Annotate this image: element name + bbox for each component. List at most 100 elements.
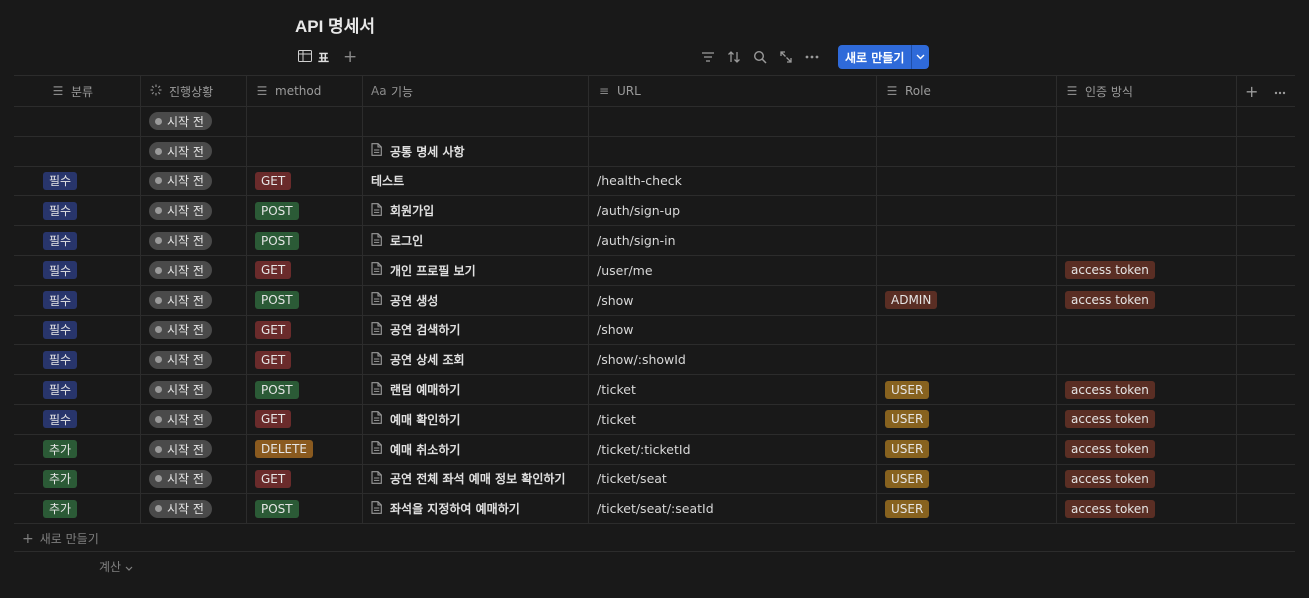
cell-method[interactable]: POST xyxy=(247,285,363,315)
cell-method[interactable] xyxy=(247,136,363,166)
cell-status[interactable]: 시작 전 xyxy=(141,404,247,434)
column-header-status[interactable]: 진행상황 xyxy=(141,76,247,106)
cell-role[interactable] xyxy=(877,166,1057,196)
cell-status[interactable]: 시작 전 xyxy=(141,315,247,345)
cell-auth[interactable] xyxy=(1057,196,1237,226)
page-link[interactable]: 좌석을 지정하여 예매하기 xyxy=(371,500,520,517)
add-view-plus-icon[interactable]: + xyxy=(343,48,357,66)
cell-category[interactable]: 필수 xyxy=(14,166,141,196)
cell-auth[interactable]: access token xyxy=(1057,494,1237,524)
more-icon[interactable] xyxy=(804,49,820,65)
cell-category[interactable]: 필수 xyxy=(14,196,141,226)
page-link[interactable]: 테스트 xyxy=(371,172,404,189)
cell-method[interactable] xyxy=(247,107,363,136)
cell-method[interactable]: POST xyxy=(247,494,363,524)
add-column-plus-icon[interactable]: + xyxy=(1245,82,1258,101)
cell-name[interactable]: 로그인 xyxy=(363,226,589,255)
calculate-button[interactable]: 계산 xyxy=(99,558,133,575)
table-row[interactable]: 필수 시작 전 GET 공연 검색하기/show xyxy=(14,315,1295,346)
cell-role[interactable]: USER xyxy=(877,494,1057,524)
sort-icon[interactable] xyxy=(726,49,742,65)
cell-category[interactable]: 필수 xyxy=(14,255,141,285)
table-row[interactable]: 필수 시작 전 POST 랜덤 예매하기/ticket USER access token xyxy=(14,375,1295,405)
cell-url[interactable]: /ticket xyxy=(589,375,877,404)
cell-role[interactable]: USER xyxy=(877,464,1057,494)
column-header-name[interactable]: Aa 기능 xyxy=(363,76,589,106)
page-link[interactable]: 개인 프로필 보기 xyxy=(371,262,476,279)
add-row-button[interactable]: + 새로 만들기 xyxy=(22,530,99,547)
cell-auth[interactable]: access token xyxy=(1057,375,1237,404)
cell-method[interactable]: GET xyxy=(247,464,363,494)
cell-url[interactable]: /auth/sign-in xyxy=(589,226,877,255)
cell-url[interactable] xyxy=(589,136,877,166)
cell-status[interactable]: 시작 전 xyxy=(141,464,247,494)
page-link[interactable]: 예매 확인하기 xyxy=(371,411,460,428)
table-row[interactable]: 필수 시작 전 POST 회원가입/auth/sign-up xyxy=(14,196,1295,227)
cell-status[interactable]: 시작 전 xyxy=(141,136,247,166)
table-row[interactable]: 필수 시작 전 GET 예매 확인하기/ticket USER access token xyxy=(14,404,1295,435)
cell-auth[interactable] xyxy=(1057,345,1237,375)
cell-status[interactable]: 시작 전 xyxy=(141,255,247,285)
cell-url[interactable]: /ticket/seat/:seatId xyxy=(589,494,877,524)
cell-url[interactable]: /user/me xyxy=(589,255,877,285)
search-icon[interactable] xyxy=(752,49,768,65)
page-link[interactable]: 공통 명세 사항 xyxy=(371,143,465,160)
cell-auth[interactable]: access token xyxy=(1057,464,1237,494)
cell-method[interactable]: GET xyxy=(247,404,363,434)
cell-name[interactable]: 공연 전체 좌석 예매 정보 확인하기 xyxy=(363,464,589,494)
tab-table-view[interactable]: 표 xyxy=(298,49,329,66)
cell-auth[interactable]: access token xyxy=(1057,404,1237,434)
cell-name[interactable]: 테스트 xyxy=(363,166,589,196)
cell-url[interactable]: /ticket xyxy=(589,404,877,434)
chevron-down-icon[interactable] xyxy=(911,45,930,69)
table-row[interactable]: 필수 시작 전 POST 로그인/auth/sign-in xyxy=(14,226,1295,256)
cell-category[interactable]: 필수 xyxy=(14,315,141,345)
cell-name[interactable]: 공통 명세 사항 xyxy=(363,136,589,166)
cell-status[interactable]: 시작 전 xyxy=(141,196,247,226)
page-link[interactable]: 예매 취소하기 xyxy=(371,441,460,458)
cell-method[interactable]: GET xyxy=(247,255,363,285)
cell-method[interactable]: POST xyxy=(247,375,363,404)
cell-url[interactable]: /show xyxy=(589,285,877,315)
cell-status[interactable]: 시작 전 xyxy=(141,107,247,136)
table-row[interactable]: 필수 시작 전 GET 공연 상세 조회/show/:showId xyxy=(14,345,1295,376)
cell-role[interactable]: USER xyxy=(877,375,1057,404)
page-link[interactable]: 공연 검색하기 xyxy=(371,321,460,338)
table-row[interactable]: 추가 시작 전 POST 좌석을 지정하여 예매하기/ticket/seat/:sea… xyxy=(14,494,1295,525)
more-icon[interactable] xyxy=(1274,84,1286,98)
table-row[interactable]: 시작 전 xyxy=(14,107,1295,137)
cell-role[interactable] xyxy=(877,315,1057,345)
cell-category[interactable]: 추가 xyxy=(14,434,141,464)
cell-role[interactable] xyxy=(877,226,1057,255)
cell-name[interactable]: 공연 검색하기 xyxy=(363,315,589,345)
cell-name[interactable]: 회원가입 xyxy=(363,196,589,226)
table-row[interactable]: 필수 시작 전 GET 개인 프로필 보기/user/me access token xyxy=(14,255,1295,286)
cell-category[interactable] xyxy=(14,136,141,166)
cell-auth[interactable]: access token xyxy=(1057,255,1237,285)
filter-icon[interactable] xyxy=(700,49,716,65)
column-header-method[interactable]: ☰ method xyxy=(247,76,363,106)
page-link[interactable]: 회원가입 xyxy=(371,202,434,219)
cell-role[interactable] xyxy=(877,345,1057,375)
cell-category[interactable]: 추가 xyxy=(14,494,141,524)
cell-auth[interactable]: access token xyxy=(1057,285,1237,315)
page-link[interactable]: 공연 전체 좌석 예매 정보 확인하기 xyxy=(371,470,565,487)
cell-category[interactable]: 추가 xyxy=(14,464,141,494)
column-header-category[interactable]: ☰ 분류 xyxy=(14,76,141,106)
cell-category[interactable]: 필수 xyxy=(14,285,141,315)
column-header-role[interactable]: ☰ Role xyxy=(877,76,1057,106)
cell-auth[interactable] xyxy=(1057,226,1237,255)
page-link[interactable]: 랜덤 예매하기 xyxy=(371,381,460,398)
cell-url[interactable]: /show xyxy=(589,315,877,345)
table-row[interactable]: 추가 시작 전 GET 공연 전체 좌석 예매 정보 확인하기/ticket/seat… xyxy=(14,464,1295,495)
table-row[interactable]: 필수 시작 전 POST 공연 생성/show ADMIN access token xyxy=(14,285,1295,316)
table-row[interactable]: 시작 전 공통 명세 사항 xyxy=(14,136,1295,167)
column-header-auth[interactable]: ☰ 인증 방식 xyxy=(1057,76,1237,106)
cell-method[interactable]: GET xyxy=(247,345,363,375)
cell-url[interactable]: /show/:showId xyxy=(589,345,877,375)
cell-status[interactable]: 시작 전 xyxy=(141,375,247,404)
cell-method[interactable]: DELETE xyxy=(247,434,363,464)
page-link[interactable]: 공연 상세 조회 xyxy=(371,351,465,368)
cell-status[interactable]: 시작 전 xyxy=(141,434,247,464)
expand-icon[interactable] xyxy=(778,49,794,65)
